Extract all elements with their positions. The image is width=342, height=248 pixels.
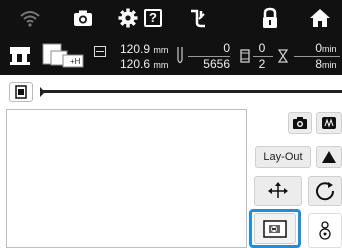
- embroidery-edit-canvas[interactable]: [6, 109, 247, 248]
- time-current-unit: min: [322, 44, 337, 54]
- bobbin-button[interactable]: [308, 213, 342, 248]
- rotate-icon: [316, 182, 335, 201]
- embroidery-frame-button[interactable]: [316, 112, 342, 134]
- layout-button-label: Lay-Out: [263, 151, 303, 163]
- wifi-icon: [18, 6, 42, 30]
- lock-icon[interactable]: [258, 6, 282, 30]
- rotate-button[interactable]: [308, 176, 342, 206]
- thread-color-strip: [0, 75, 342, 107]
- progress-marker-icon: [40, 87, 45, 97]
- needle-icon: [175, 46, 185, 66]
- hoop-icon: [322, 117, 336, 129]
- color-count-current: 0: [258, 41, 266, 55]
- progress-track: [40, 90, 342, 93]
- pattern-frame-icon: [263, 219, 287, 238]
- thread-color-toggle-button[interactable]: [9, 82, 33, 102]
- time-total: 8: [315, 57, 322, 71]
- thread-path-icon[interactable]: [186, 6, 210, 30]
- layout-button[interactable]: Lay-Out: [255, 146, 311, 168]
- triangle-icon: [322, 151, 336, 163]
- camera-icon: [293, 117, 307, 129]
- pattern-width-unit: mm: [153, 45, 169, 55]
- embroidery-unit-icon: [9, 44, 31, 66]
- time-total-unit: min: [322, 60, 337, 70]
- home-icon[interactable]: [308, 6, 332, 30]
- move-button[interactable]: [254, 176, 302, 206]
- help-icon[interactable]: ?: [141, 6, 165, 30]
- embroidery-info-bar: +H 120.9 mm 120.6 mm 0 5656 0 2 0min 8mi…: [0, 36, 342, 75]
- stitch-count-total: 5656: [203, 57, 230, 71]
- move-arrows-icon: [268, 182, 288, 198]
- stitch-count-current: 0: [223, 41, 230, 55]
- svg-text:+H: +H: [70, 57, 81, 66]
- color-thread-icon: [240, 49, 250, 63]
- scan-camera-button[interactable]: [288, 112, 312, 134]
- frame-size-icon[interactable]: +H: [42, 43, 86, 69]
- hourglass-icon: [277, 49, 289, 63]
- embroidery-edit-button[interactable]: [254, 213, 296, 244]
- pattern-width-value: 120.9: [120, 42, 151, 56]
- settings-gear-icon[interactable]: [116, 6, 140, 30]
- bobbin-icon: [319, 220, 331, 240]
- camera-icon[interactable]: [71, 6, 95, 30]
- help-icon-label: ?: [144, 9, 162, 27]
- top-status-bar: ?: [0, 0, 342, 36]
- triangle-tool-button[interactable]: [316, 146, 342, 168]
- pattern-height-unit: mm: [153, 60, 169, 70]
- color-count-total: 2: [258, 57, 266, 71]
- time-current: 0: [315, 41, 322, 55]
- width-size-icon: [94, 44, 106, 57]
- pattern-height-value: 120.6: [120, 57, 151, 71]
